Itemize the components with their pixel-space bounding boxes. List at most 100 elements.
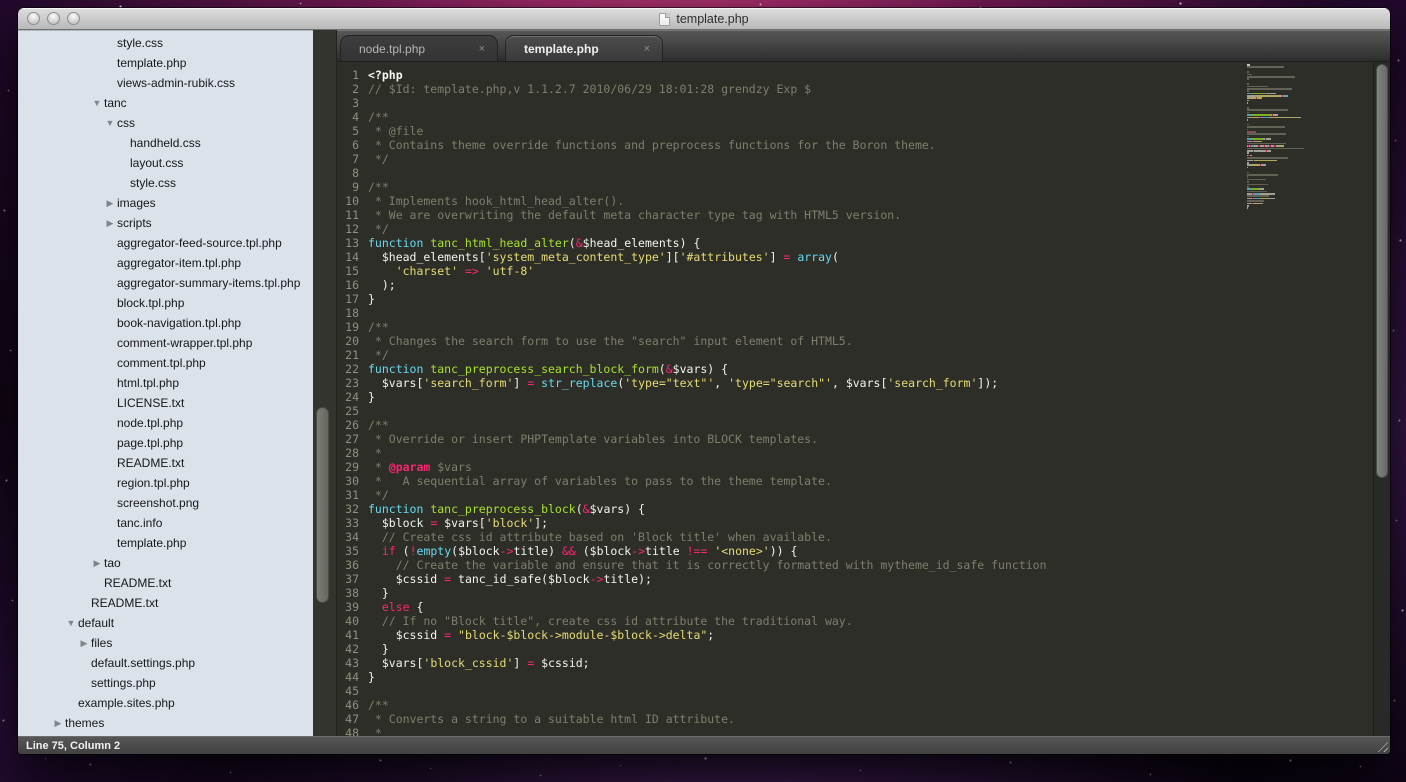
editor-scrollbar[interactable] — [1373, 62, 1390, 736]
code-line: 48 * — [337, 726, 1047, 736]
line-number: 9 — [337, 180, 359, 194]
sidebar-item-style-css[interactable]: style.css — [18, 173, 313, 193]
sidebar-item-label: template.php — [117, 56, 186, 70]
code-line: 15 'charset' => 'utf-8' — [337, 264, 1047, 278]
resize-grip-icon[interactable] — [1375, 739, 1388, 752]
minimap[interactable] — [1247, 64, 1371, 210]
sidebar-item-template-php[interactable]: template.php — [18, 533, 313, 553]
disclosure-closed-icon[interactable]: ▶ — [77, 638, 91, 649]
sidebar-item-html-tpl-php[interactable]: html.tpl.php — [18, 373, 313, 393]
sidebar-item-views-admin-rubik-css[interactable]: views-admin-rubik.css — [18, 73, 313, 93]
disclosure-closed-icon[interactable]: ▶ — [103, 218, 117, 229]
disclosure-closed-icon[interactable]: ▶ — [103, 198, 117, 209]
code-line: 3 — [337, 96, 1047, 110]
sidebar-scrollbar-handle[interactable] — [316, 407, 329, 603]
sidebar-scrollbar[interactable] — [313, 30, 337, 736]
sidebar-item-comment-wrapper-tpl-php[interactable]: comment-wrapper.tpl.php — [18, 333, 313, 353]
sidebar-item-region-tpl-php[interactable]: region.tpl.php — [18, 473, 313, 493]
code-line: 19/** — [337, 320, 1047, 334]
code-line: 46/** — [337, 698, 1047, 712]
tab-node-tpl-php[interactable]: node.tpl.php × — [340, 35, 498, 61]
sidebar-item-label: example.sites.php — [78, 696, 175, 710]
tab-close-icon[interactable]: × — [644, 43, 650, 55]
line-number: 40 — [337, 614, 359, 628]
sidebar-item-label: README.txt — [104, 576, 171, 590]
sidebar-item-images[interactable]: ▶images — [18, 193, 313, 213]
code-area[interactable]: 1<?php2// $Id: template.php,v 1.1.2.7 20… — [337, 62, 1390, 736]
line-number: 1 — [337, 68, 359, 82]
sidebar-item-node-tpl-php[interactable]: node.tpl.php — [18, 413, 313, 433]
code-line: 11 * We are overwriting the default meta… — [337, 208, 1047, 222]
sidebar-item-default[interactable]: ▼default — [18, 613, 313, 633]
sidebar-item-default-settings-php[interactable]: default.settings.php — [18, 653, 313, 673]
line-number: 33 — [337, 516, 359, 530]
sidebar-item-tanc-info[interactable]: tanc.info — [18, 513, 313, 533]
sidebar-item-screenshot-png[interactable]: screenshot.png — [18, 493, 313, 513]
window-title: template.php — [676, 12, 748, 26]
sidebar-item-label: themes — [65, 716, 104, 730]
file-tree-sidebar: style.css template.php views-admin-rubik.c… — [18, 30, 313, 736]
sidebar-item-settings-php[interactable]: settings.php — [18, 673, 313, 693]
sidebar-item-template-php[interactable]: template.php — [18, 53, 313, 73]
sidebar-item-scripts[interactable]: ▶scripts — [18, 213, 313, 233]
sidebar-item-readme-txt[interactable]: README.txt — [18, 453, 313, 473]
line-number: 18 — [337, 306, 359, 320]
editor-pane: node.tpl.php×template.php× 1<?php2// $Id… — [337, 30, 1390, 736]
sidebar-item-style-css[interactable]: style.css — [18, 33, 313, 53]
sidebar-item-tanc[interactable]: ▼tanc — [18, 93, 313, 113]
line-number: 24 — [337, 390, 359, 404]
code-line: 32function tanc_preprocess_block(&$vars)… — [337, 502, 1047, 516]
sidebar-item-css[interactable]: ▼css — [18, 113, 313, 133]
sidebar-item-files[interactable]: ▶files — [18, 633, 313, 653]
sidebar-item-book-navigation-tpl-php[interactable]: book-navigation.tpl.php — [18, 313, 313, 333]
sidebar-item-tao[interactable]: ▶tao — [18, 553, 313, 573]
line-number: 41 — [337, 628, 359, 642]
line-number: 2 — [337, 82, 359, 96]
tab-bar: node.tpl.php×template.php× — [337, 30, 1390, 62]
tab-close-icon[interactable]: × — [479, 43, 485, 55]
sidebar-item-label: aggregator-feed-source.tpl.php — [117, 236, 282, 250]
code-line: 27 * Override or insert PHPTemplate vari… — [337, 432, 1047, 446]
code-line: 33 $block = $vars['block']; — [337, 516, 1047, 530]
sidebar-item-label: handheld.css — [130, 136, 201, 150]
code-line: 39 else { — [337, 600, 1047, 614]
line-number: 37 — [337, 572, 359, 586]
disclosure-closed-icon[interactable]: ▶ — [51, 718, 65, 729]
disclosure-open-icon[interactable]: ▼ — [90, 98, 104, 108]
sidebar-item-license-txt[interactable]: LICENSE.txt — [18, 393, 313, 413]
sidebar-item-readme-txt[interactable]: README.txt — [18, 573, 313, 593]
sidebar-item-label: settings.php — [91, 676, 156, 690]
line-number: 12 — [337, 222, 359, 236]
tab-template-php[interactable]: template.php× — [505, 35, 663, 61]
sidebar-item-block-tpl-php[interactable]: block.tpl.php — [18, 293, 313, 313]
code-line: 9/** — [337, 180, 1047, 194]
sidebar-item-page-tpl-php[interactable]: page.tpl.php — [18, 433, 313, 453]
line-number: 39 — [337, 600, 359, 614]
editor-scrollbar-handle[interactable] — [1376, 64, 1388, 478]
sidebar-item-label: style.css — [130, 176, 176, 190]
line-number: 25 — [337, 404, 359, 418]
sidebar-item-aggregator-feed-source-tpl-php[interactable]: aggregator-feed-source.tpl.php — [18, 233, 313, 253]
sidebar-item-aggregator-item-tpl-php[interactable]: aggregator-item.tpl.php — [18, 253, 313, 273]
sidebar-item-themes[interactable]: ▶themes — [18, 713, 313, 733]
line-number: 29 — [337, 460, 359, 474]
sidebar-item-layout-css[interactable]: layout.css — [18, 153, 313, 173]
disclosure-open-icon[interactable]: ▼ — [103, 118, 117, 128]
line-number: 7 — [337, 152, 359, 166]
sidebar-item-handheld-css[interactable]: handheld.css — [18, 133, 313, 153]
sidebar-item-label: README.txt — [91, 596, 158, 610]
line-number: 6 — [337, 138, 359, 152]
disclosure-open-icon[interactable]: ▼ — [64, 618, 78, 628]
sidebar-item-label: style.css — [117, 36, 163, 50]
disclosure-closed-icon[interactable]: ▶ — [90, 558, 104, 569]
code-line: 5 * @file — [337, 124, 1047, 138]
sidebar-item-readme-txt[interactable]: README.txt — [18, 593, 313, 613]
window-titlebar[interactable]: template.php — [18, 8, 1390, 30]
sidebar-item-label: page.tpl.php — [117, 436, 183, 450]
sidebar-item-aggregator-summary-items-tpl-php[interactable]: aggregator-summary-items.tpl.php — [18, 273, 313, 293]
sidebar-item-comment-tpl-php[interactable]: comment.tpl.php — [18, 353, 313, 373]
sidebar-item-label: screenshot.png — [117, 496, 199, 510]
tab-label: node.tpl.php — [359, 42, 425, 56]
code-line: 24} — [337, 390, 1047, 404]
sidebar-item-example-sites-php[interactable]: example.sites.php — [18, 693, 313, 713]
